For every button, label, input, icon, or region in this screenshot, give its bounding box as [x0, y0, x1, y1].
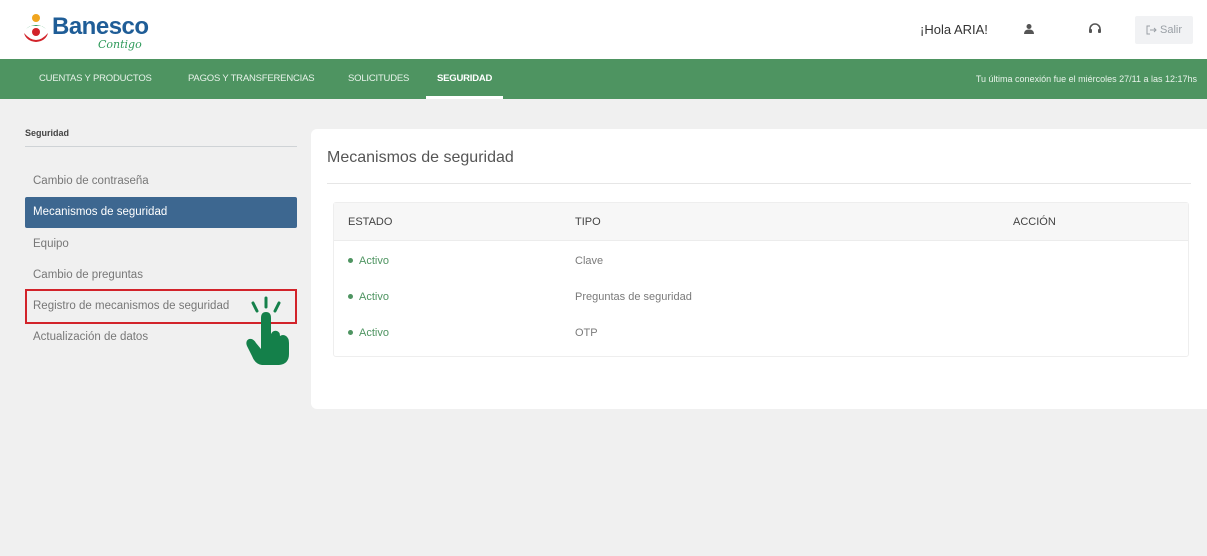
status-text: Activo	[359, 291, 389, 303]
page-title: Mecanismos de seguridad	[327, 149, 514, 166]
top-header: Banesco Contigo ¡Hola ARIA! Salir	[0, 0, 1207, 59]
sidebar-item-equipo[interactable]: Equipo	[25, 229, 297, 260]
type-cell: Preguntas de seguridad	[575, 291, 692, 303]
column-header-accion: ACCIÓN	[1013, 216, 1056, 228]
title-divider	[327, 183, 1191, 184]
main-nav: CUENTAS Y PRODUCTOS PAGOS Y TRANSFERENCI…	[0, 59, 1207, 99]
sidebar-item-cambio-de-preguntas[interactable]: Cambio de preguntas	[25, 260, 297, 291]
status-text: Activo	[359, 327, 389, 339]
user-icon[interactable]	[1018, 18, 1040, 40]
table-header: ESTADO TIPO ACCIÓN	[334, 203, 1188, 241]
banesco-logo-mark	[24, 14, 48, 42]
security-mechanisms-card: Mecanismos de seguridad ESTADO TIPO ACCI…	[311, 129, 1207, 409]
tab-seguridad[interactable]: SEGURIDAD	[425, 59, 504, 99]
brand-tagline: Contigo	[98, 38, 142, 51]
last-connection-info: Tu última conexión fue el miércoles 27/1…	[975, 74, 1197, 84]
tab-pagos-y-transferencias[interactable]: PAGOS Y TRANSFERENCIAS	[188, 59, 315, 99]
table-row: Activo Preguntas de seguridad	[334, 279, 1188, 315]
status-cell: Activo	[348, 243, 389, 279]
status-cell: Activo	[348, 315, 389, 351]
logout-button[interactable]: Salir	[1135, 16, 1193, 44]
type-cell: Clave	[575, 255, 604, 267]
status-dot-icon	[348, 293, 353, 299]
headset-icon[interactable]	[1084, 18, 1106, 40]
column-header-estado: ESTADO	[348, 216, 393, 228]
sidebar-item-mecanismos-de-seguridad[interactable]: Mecanismos de seguridad	[25, 197, 297, 228]
status-text: Activo	[359, 255, 389, 267]
sidebar-divider	[25, 146, 297, 147]
sidebar-title: Seguridad	[25, 128, 70, 138]
security-mechanisms-table: ESTADO TIPO ACCIÓN Activo Clave Activo P…	[333, 202, 1189, 357]
tap-hand-icon	[246, 296, 289, 365]
sidebar-item-cambio-de-contrasena[interactable]: Cambio de contraseña	[25, 166, 297, 197]
tab-cuentas-y-productos[interactable]: CUENTAS Y PRODUCTOS	[39, 59, 152, 99]
status-dot-icon	[348, 329, 353, 335]
table-row: Activo OTP	[334, 315, 1188, 351]
banesco-logo[interactable]: Banesco Contigo	[22, 9, 152, 53]
logout-icon	[1146, 25, 1157, 35]
table-row: Activo Clave	[334, 243, 1188, 279]
user-greeting: ¡Hola ARIA!	[920, 22, 988, 37]
status-dot-icon	[348, 257, 353, 263]
column-header-tipo: TIPO	[575, 216, 601, 228]
brand-name: Banesco	[52, 13, 149, 40]
tab-solicitudes[interactable]: SOLICITUDES	[348, 59, 409, 99]
logout-label: Salir	[1159, 24, 1182, 36]
status-cell: Activo	[348, 279, 389, 315]
type-cell: OTP	[575, 327, 598, 339]
